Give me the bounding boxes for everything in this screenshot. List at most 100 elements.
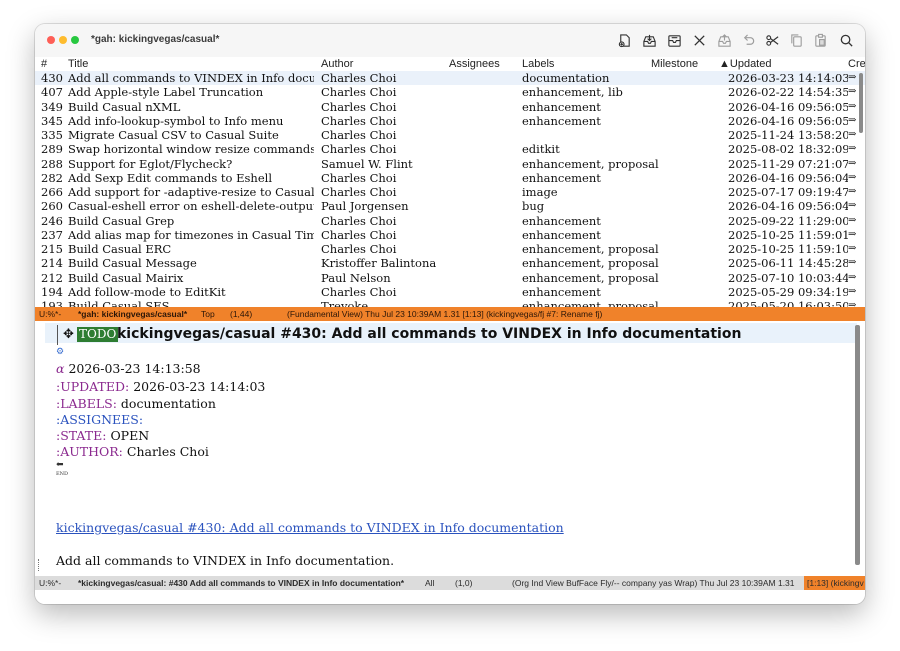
issue-labels: enhancement bbox=[522, 170, 601, 185]
table-row[interactable]: 212 Build Casual Mairix Paul Nelson enhance… bbox=[35, 271, 865, 285]
issue-labels: bug bbox=[522, 199, 545, 214]
mode-line-detail: U:%*- *kickingvegas/casual: #430 Add all… bbox=[35, 576, 865, 590]
table-row[interactable]: 215 Build Casual ERC Charles Choi enhanceme… bbox=[35, 242, 865, 256]
column-milestone[interactable]: Milestone bbox=[651, 58, 698, 70]
issue-title: Build Casual ERC bbox=[68, 242, 172, 256]
properties-icon[interactable]: ⚙ bbox=[56, 347, 64, 357]
issue-author: Charles Choi bbox=[321, 99, 397, 114]
detail-scrollbar[interactable] bbox=[855, 325, 860, 565]
open-in-browser-icon[interactable] bbox=[615, 31, 633, 49]
issue-created-arrow: ⇒ bbox=[848, 143, 857, 155]
issue-author: Charles Choi bbox=[321, 284, 397, 299]
bullet-icon: ✥ bbox=[63, 327, 74, 342]
issue-number: 214 bbox=[41, 256, 63, 271]
undo-icon[interactable] bbox=[739, 31, 757, 49]
table-row[interactable]: 288 Support for Eglot/Flycheck? Samuel W. … bbox=[35, 157, 865, 171]
issue-title: Build Casual nXML bbox=[68, 99, 181, 114]
issue-number: 194 bbox=[41, 284, 63, 299]
fringe-indicator bbox=[38, 559, 41, 571]
updated-key: :UPDATED: bbox=[56, 379, 130, 394]
issue-updated: 2025-05-20 16:03:50 bbox=[728, 299, 848, 307]
title-bar: *gah: kickingvegas/casual* bbox=[35, 24, 865, 58]
issue-author: Samuel W. Flint bbox=[321, 156, 413, 171]
modeline-state: U:%*- bbox=[39, 578, 62, 588]
modeline-buffer-name[interactable]: *gah: kickingvegas/casual* bbox=[78, 309, 187, 319]
issue-updated: 2026-02-22 14:54:35 bbox=[728, 85, 848, 100]
table-row[interactable]: 335 Migrate Casual CSV to Casual Suite Cha… bbox=[35, 128, 865, 142]
author-key: :AUTHOR: bbox=[56, 444, 123, 459]
state-value: OPEN bbox=[110, 428, 150, 443]
table-row[interactable]: 407 Add Apple-style Label Truncation Charl… bbox=[35, 85, 865, 99]
issue-number: 260 bbox=[41, 199, 63, 214]
issue-author: Paul Jorgensen bbox=[321, 199, 409, 214]
table-row[interactable]: 214 Build Casual Message Kristoffer Balint… bbox=[35, 256, 865, 270]
issue-title: Add Apple-style Label Truncation bbox=[68, 85, 264, 100]
zoom-window-button[interactable] bbox=[71, 36, 79, 44]
cut-icon[interactable] bbox=[763, 31, 781, 49]
issue-body: Add all commands to VINDEX in Info docum… bbox=[56, 553, 395, 568]
issue-author: Charles Choi bbox=[321, 128, 397, 142]
minibuffer[interactable] bbox=[35, 590, 865, 604]
close-icon[interactable] bbox=[690, 31, 708, 49]
issue-updated: 2026-04-16 09:56:04 bbox=[728, 199, 848, 214]
column-assignees[interactable]: Assignees bbox=[449, 58, 500, 70]
upload-icon[interactable] bbox=[715, 31, 733, 49]
assignees-line: :ASSIGNEES: bbox=[56, 412, 143, 427]
issue-created-arrow: ⇒ bbox=[848, 186, 857, 197]
minimize-window-button[interactable] bbox=[59, 36, 67, 44]
issue-labels: enhancement, proposal bbox=[522, 256, 659, 271]
column-labels[interactable]: Labels bbox=[522, 58, 554, 70]
end-icon[interactable]: ⬅ END bbox=[56, 461, 68, 478]
issue-labels: enhancement bbox=[522, 99, 601, 114]
issue-author: Paul Nelson bbox=[321, 270, 391, 285]
table-row[interactable]: 282 Add Sexp Edit commands to Eshell Charl… bbox=[35, 171, 865, 185]
issue-updated: 2025-07-17 09:19:47 bbox=[728, 185, 848, 199]
issue-title: Migrate Casual CSV to Casual Suite bbox=[68, 128, 279, 142]
issue-title: Swap horizontal window resize commands. bbox=[68, 142, 314, 157]
search-icon[interactable] bbox=[837, 31, 855, 49]
issue-rows: 430 Add all commands to VINDEX in Info do… bbox=[35, 71, 865, 307]
issue-author: Charles Choi bbox=[321, 142, 397, 157]
issue-updated: 2025-10-25 11:59:10 bbox=[728, 242, 848, 256]
modeline-modes[interactable]: (Org Ind View BufFace Fly/-- company yas… bbox=[512, 578, 795, 588]
issue-created-arrow: ⇒ bbox=[848, 271, 857, 283]
issue-number: 212 bbox=[41, 270, 63, 285]
column-number[interactable]: # bbox=[41, 58, 47, 70]
paste-icon[interactable] bbox=[811, 31, 829, 49]
modeline-modes[interactable]: (Fundamental View) Thu Jul 23 10:39AM 1.… bbox=[287, 309, 602, 319]
column-author[interactable]: Author bbox=[321, 58, 353, 70]
table-row[interactable]: 289 Swap horizontal window resize command… bbox=[35, 142, 865, 156]
close-window-button[interactable] bbox=[47, 36, 55, 44]
issue-updated: 2026-04-16 09:56:05 bbox=[728, 113, 848, 128]
copy-icon[interactable] bbox=[787, 31, 805, 49]
modeline-buffer-name[interactable]: *kickingvegas/casual: #430 Add all comma… bbox=[78, 578, 404, 588]
column-title[interactable]: Title bbox=[68, 58, 88, 70]
table-row[interactable]: 246 Build Casual Grep Charles Choi enhancem… bbox=[35, 214, 865, 228]
table-row[interactable]: 194 Add follow-mode to EditKit Charles Cho… bbox=[35, 285, 865, 299]
table-row[interactable]: 345 Add info-lookup-symbol to Info menu Ch… bbox=[35, 114, 865, 128]
issue-updated: 2025-07-10 10:03:44 bbox=[728, 270, 848, 285]
issue-headline[interactable]: ✥ TODO kickingvegas/casual #430: Add all… bbox=[45, 323, 857, 345]
issue-author: Charles Choi bbox=[321, 242, 397, 256]
download-icon[interactable] bbox=[640, 31, 658, 49]
table-row[interactable]: 237 Add alias map for timezones in Casual… bbox=[35, 228, 865, 242]
issue-created-arrow: ⇒ bbox=[848, 157, 857, 169]
table-row[interactable]: 260 Casual-eshell error on eshell-delete-… bbox=[35, 199, 865, 213]
issue-link[interactable]: kickingvegas/casual #430: Add all comman… bbox=[56, 520, 564, 535]
issue-list: # Title Author Assignees Labels Mileston… bbox=[35, 57, 865, 307]
issue-labels: image bbox=[522, 185, 558, 199]
created-symbol: α bbox=[56, 361, 65, 376]
column-updated[interactable]: ▲Updated bbox=[719, 58, 771, 70]
issue-created-arrow: ⇒ bbox=[848, 200, 857, 212]
app-window: *gah: kickingvegas/casual* # Title Autho… bbox=[35, 24, 865, 604]
column-created[interactable]: Cre bbox=[848, 58, 865, 70]
archive-icon[interactable] bbox=[665, 31, 683, 49]
table-row[interactable]: 430 Add all commands to VINDEX in Info do… bbox=[35, 71, 865, 86]
labels-key: :LABELS: bbox=[56, 396, 117, 411]
table-row[interactable]: 193 Build Casual SES Trevoke enhancement, p… bbox=[35, 299, 865, 307]
list-scrollbar[interactable] bbox=[859, 73, 863, 133]
table-row[interactable]: 349 Build Casual nXML Charles Choi enhancem… bbox=[35, 100, 865, 114]
table-row[interactable]: 266 Add support for -adaptive-resize to C… bbox=[35, 185, 865, 199]
issue-author: Trevoke bbox=[321, 299, 369, 307]
issue-title: Add Sexp Edit commands to Eshell bbox=[68, 170, 273, 185]
